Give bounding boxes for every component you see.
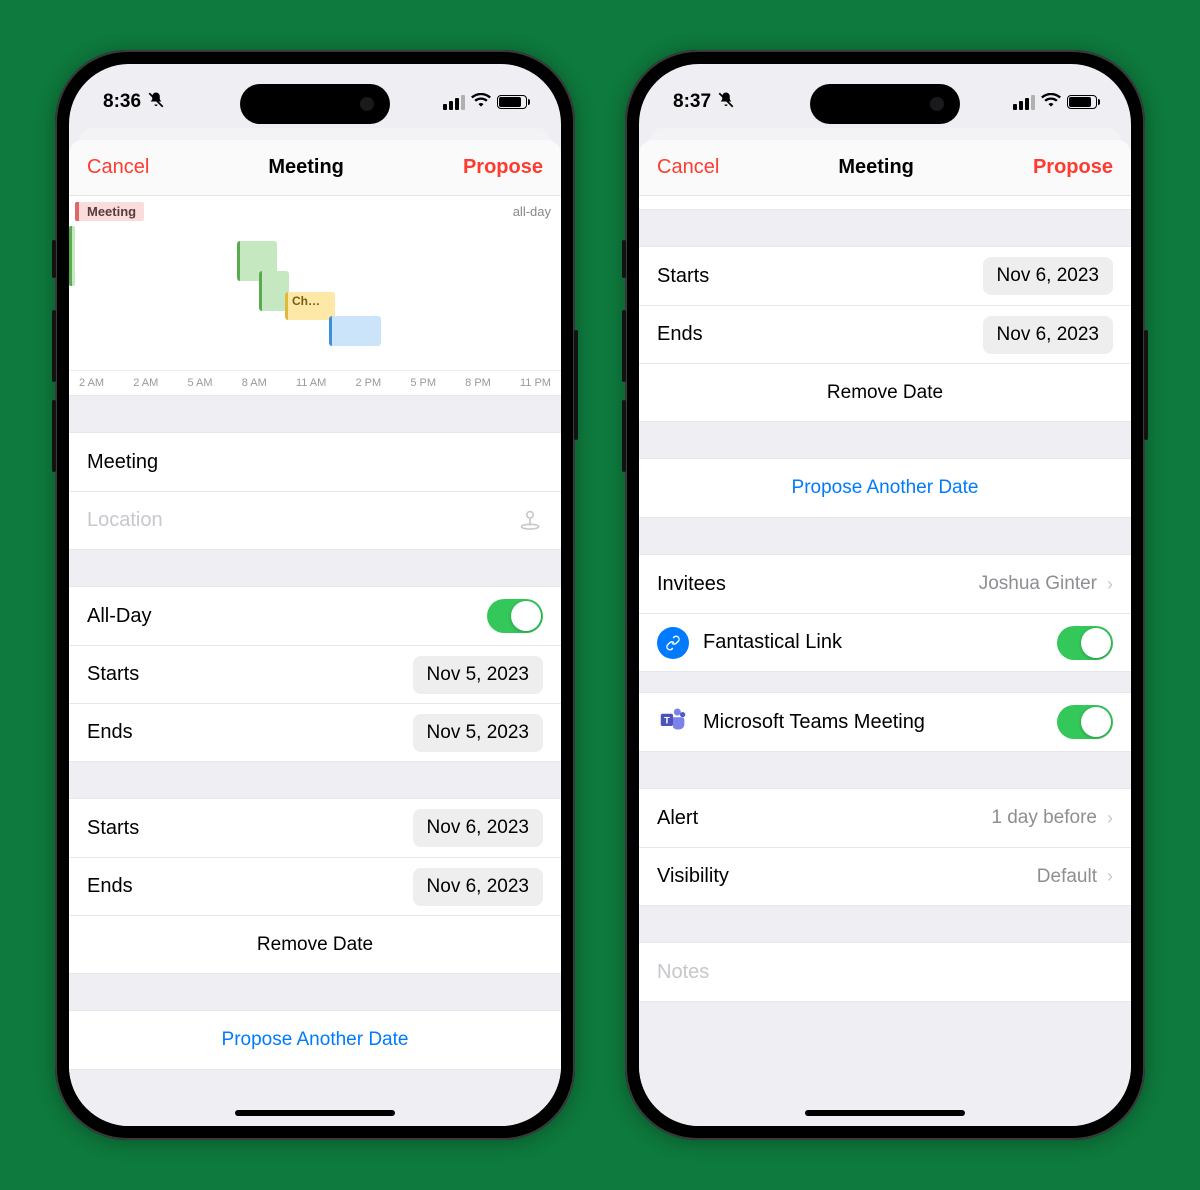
propose-button[interactable]: Propose — [463, 156, 543, 179]
date-chip[interactable]: Nov 5, 2023 — [413, 656, 543, 694]
invitees-row[interactable]: Invitees Joshua Ginter › — [639, 555, 1131, 613]
propose-another-date-button[interactable]: Propose Another Date — [639, 459, 1131, 517]
nav-title: Meeting — [268, 156, 344, 179]
wifi-icon — [1041, 91, 1061, 113]
nav-title: Meeting — [838, 156, 914, 179]
cancel-button[interactable]: Cancel — [87, 156, 149, 179]
ends-row-proposed[interactable]: Ends Nov 6, 2023 — [69, 857, 561, 915]
remove-date-button[interactable]: Remove Date — [69, 915, 561, 973]
date-chip[interactable]: Nov 6, 2023 — [983, 316, 1113, 354]
ends-row-proposed[interactable]: Ends Nov 6, 2023 — [639, 305, 1131, 363]
timeline-event[interactable]: Ch… — [285, 292, 335, 320]
alert-row[interactable]: Alert 1 day before › — [639, 789, 1131, 847]
notes-field[interactable]: Notes — [639, 943, 1131, 1001]
link-icon — [657, 627, 689, 659]
wifi-icon — [471, 91, 491, 113]
silent-icon — [717, 91, 735, 114]
battery-icon — [1067, 95, 1097, 109]
modal-sheet: Cancel Meeting Propose Starts Nov 6, 202… — [639, 140, 1131, 1126]
svg-text:T: T — [664, 715, 670, 726]
status-time: 8:37 — [673, 91, 711, 113]
status-time: 8:36 — [103, 91, 141, 113]
chevron-right-icon: › — [1107, 574, 1113, 595]
teams-icon: T — [657, 705, 689, 739]
cancel-button[interactable]: Cancel — [657, 156, 719, 179]
dynamic-island — [240, 84, 390, 124]
starts-row[interactable]: Starts Nov 5, 2023 — [69, 645, 561, 703]
timeline-event[interactable] — [329, 316, 381, 346]
location-pin-icon — [517, 505, 543, 537]
timeline-event[interactable] — [69, 226, 75, 286]
date-chip[interactable]: Nov 6, 2023 — [413, 809, 543, 847]
fantastical-link-toggle[interactable] — [1057, 626, 1113, 660]
allday-row: All-Day — [69, 587, 561, 645]
battery-icon — [497, 95, 527, 109]
modal-sheet: Cancel Meeting Propose Meeting all-day C… — [69, 140, 561, 1126]
teams-meeting-row: T Microsoft Teams Meeting — [639, 693, 1131, 751]
date-chip[interactable]: Nov 6, 2023 — [983, 257, 1113, 295]
cellular-icon — [443, 95, 465, 110]
home-indicator[interactable] — [235, 1110, 395, 1116]
phone-right: 8:37 Cancel Meeting Propose — [625, 50, 1145, 1140]
allday-toggle[interactable] — [487, 599, 543, 633]
nav-bar: Cancel Meeting Propose — [639, 140, 1131, 196]
silent-icon — [147, 91, 165, 114]
nav-bar: Cancel Meeting Propose — [69, 140, 561, 196]
starts-row-proposed[interactable]: Starts Nov 6, 2023 — [639, 247, 1131, 305]
chevron-right-icon: › — [1107, 808, 1113, 829]
allday-event[interactable]: Meeting — [75, 202, 144, 221]
ends-row[interactable]: Ends Nov 5, 2023 — [69, 703, 561, 761]
allday-label: all-day — [513, 204, 551, 219]
date-chip[interactable]: Nov 5, 2023 — [413, 714, 543, 752]
propose-button[interactable]: Propose — [1033, 156, 1113, 179]
day-timeline[interactable]: Meeting all-day Ch… 2 AM2 AM5 AM8 AM11 A… — [69, 196, 561, 396]
teams-meeting-toggle[interactable] — [1057, 705, 1113, 739]
dynamic-island — [810, 84, 960, 124]
chevron-right-icon: › — [1107, 866, 1113, 887]
timeline-axis: 2 AM2 AM5 AM8 AM11 AM2 PM5 PM8 PM11 PM — [69, 370, 561, 389]
starts-row-proposed[interactable]: Starts Nov 6, 2023 — [69, 799, 561, 857]
home-indicator[interactable] — [805, 1110, 965, 1116]
propose-another-date-button[interactable]: Propose Another Date — [69, 1011, 561, 1069]
date-chip[interactable]: Nov 6, 2023 — [413, 868, 543, 906]
fantastical-link-row: Fantastical Link — [639, 613, 1131, 671]
location-field[interactable]: Location — [69, 491, 561, 549]
cellular-icon — [1013, 95, 1035, 110]
phone-left: 8:36 Cancel Meeting Propose — [55, 50, 575, 1140]
event-title-field[interactable]: Meeting — [69, 433, 561, 491]
remove-date-button[interactable]: Remove Date — [639, 363, 1131, 421]
visibility-row[interactable]: Visibility Default › — [639, 847, 1131, 905]
